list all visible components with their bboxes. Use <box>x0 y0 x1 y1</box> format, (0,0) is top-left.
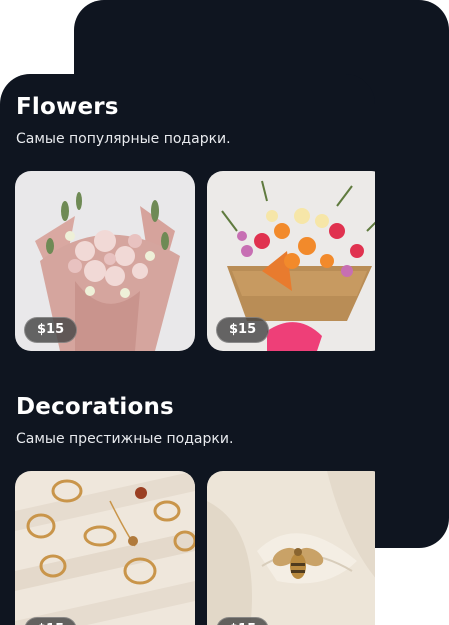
price-badge: $15 <box>216 617 270 625</box>
product-row-decorations: $15 $15 <box>15 471 375 625</box>
product-card-gold-rings[interactable]: $15 <box>15 471 195 625</box>
price-badge: $15 <box>216 317 270 343</box>
bee-ring-image <box>207 471 375 625</box>
catalog-panel: Flowers Самые популярные подарки. $15 $1… <box>0 74 375 625</box>
section-title-flowers: Flowers <box>16 94 119 120</box>
product-card-bee-ring[interactable]: $15 <box>207 471 375 625</box>
price-badge: $15 <box>24 317 78 343</box>
screen: Flowers Самые популярные подарки. $15 $1… <box>0 0 449 625</box>
gold-rings-image <box>15 471 195 625</box>
product-card-pink-bouquet[interactable]: $15 <box>15 171 195 351</box>
section-title-decorations: Decorations <box>16 394 174 420</box>
section-subtitle-flowers: Самые популярные подарки. <box>16 131 231 147</box>
section-subtitle-decorations: Самые престижные подарки. <box>16 431 234 447</box>
product-row-flowers: $15 $15 <box>15 171 375 351</box>
price-badge: $15 <box>24 617 78 625</box>
product-card-orange-bouquet[interactable]: $15 <box>207 171 375 351</box>
